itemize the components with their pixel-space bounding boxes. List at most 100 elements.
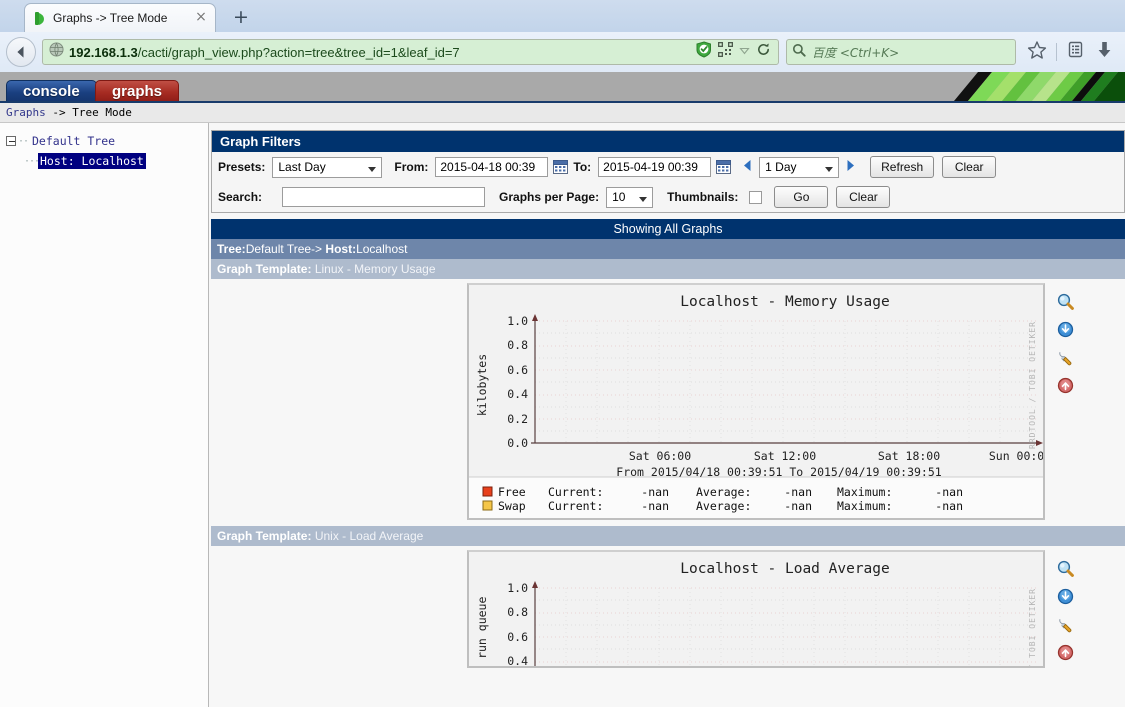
tree-node-default-tree[interactable]: ·· Default Tree — [6, 131, 208, 151]
tree-sidebar: ·· Default Tree ···· Host: Localhost — [0, 123, 209, 707]
svg-text:0.8: 0.8 — [507, 605, 528, 619]
presets-select[interactable]: Last Day — [272, 156, 383, 178]
bookmark-star-icon[interactable] — [1027, 40, 1047, 65]
search-placeholder-text: 百度 <Ctrl+K> — [812, 45, 900, 60]
refresh-button[interactable]: Refresh — [870, 156, 935, 178]
svg-text:0.2: 0.2 — [507, 412, 528, 426]
svg-text:in the run queue: in the run queue — [475, 597, 489, 668]
graphs-per-page-select[interactable]: 10 — [606, 186, 654, 208]
svg-text:Sat 12:00: Sat 12:00 — [754, 449, 816, 463]
content-area: Graph Filters Presets: Last Day From: 20… — [209, 123, 1125, 707]
from-label: From: — [394, 160, 429, 174]
graph-image-memory-usage[interactable]: Localhost - Memory Usage 1.0 0.8 0.6 0.4… — [467, 283, 1045, 520]
calendar-icon[interactable] — [553, 160, 569, 174]
tab-strip: Graphs -> Tree Mode × + — [0, 0, 1125, 32]
browser-nav-bar: 192.168.1.3/cacti/graph_view.php?action=… — [0, 32, 1125, 72]
search-label: Search: — [218, 190, 263, 204]
properties-icon[interactable] — [1057, 616, 1074, 638]
search-icon — [792, 43, 806, 62]
chevron-down-icon[interactable] — [739, 43, 750, 61]
svg-text:Average:: Average: — [696, 485, 751, 499]
thumbnails-checkbox[interactable] — [749, 190, 763, 204]
tree-node-host-localhost-label: Host: Localhost — [38, 153, 146, 169]
page-top-icon[interactable] — [1057, 644, 1074, 666]
clear-search-button[interactable]: Clear — [836, 186, 891, 208]
presets-label: Presets: — [218, 160, 266, 174]
zoom-icon[interactable] — [1057, 293, 1074, 315]
cacti-tab-console[interactable]: console — [6, 80, 97, 101]
download-icon[interactable] — [1057, 321, 1074, 343]
svg-text:0.4: 0.4 — [507, 654, 528, 668]
to-date-input[interactable]: 2015-04-19 00:39 — [598, 157, 712, 177]
svg-text:kilobytes: kilobytes — [475, 354, 489, 416]
go-button[interactable]: Go — [774, 186, 829, 208]
svg-text:-nan: -nan — [641, 485, 669, 499]
breadcrumb-separator: -> — [45, 106, 73, 119]
svg-text:Swap: Swap — [498, 499, 526, 513]
svg-text:Maximum:: Maximum: — [837, 499, 892, 513]
from-date-input[interactable]: 2015-04-18 00:39 — [435, 157, 549, 177]
zoom-icon[interactable] — [1057, 560, 1074, 582]
host-name-label: Localhost — [356, 242, 408, 256]
presets-selected-value: Last Day — [278, 160, 326, 174]
search-input[interactable] — [282, 187, 486, 207]
tree-connector: ·· — [18, 135, 29, 147]
downloads-icon[interactable] — [1095, 40, 1114, 64]
cacti-tab-graphs[interactable]: graphs — [95, 80, 180, 101]
browser-tab-title: Graphs -> Tree Mode — [53, 11, 168, 25]
svg-text:Sat 06:00: Sat 06:00 — [629, 449, 691, 463]
url-host: 192.168.1.3 — [69, 44, 138, 60]
address-bar[interactable]: 192.168.1.3/cacti/graph_view.php?action=… — [42, 39, 779, 65]
svg-text:Sun 00:00: Sun 00:00 — [989, 449, 1043, 463]
graph-image-load-average[interactable]: Localhost - Load Average 1.0 0.8 0.6 0.4… — [467, 550, 1045, 668]
svg-text:-nan: -nan — [641, 499, 669, 513]
chevron-down-icon — [825, 166, 834, 172]
svg-text:Current:: Current: — [548, 499, 603, 513]
browser-search-box[interactable]: 百度 <Ctrl+K> — [786, 39, 1016, 65]
svg-text:From 2015/04/18 00:39:51 To 20: From 2015/04/18 00:39:51 To 2015/04/19 0… — [616, 465, 941, 479]
svg-text:Free: Free — [498, 485, 526, 499]
browser-tab-graphs-tree-mode[interactable]: Graphs -> Tree Mode × — [24, 3, 216, 32]
shift-time-right-button[interactable] — [844, 159, 857, 175]
new-tab-button[interactable]: + — [228, 7, 254, 29]
page-top-icon[interactable] — [1057, 377, 1074, 399]
host-prefix-label: Host: — [325, 242, 357, 256]
graph-template-bar-load-average: Graph Template: Unix - Load Average — [211, 526, 1125, 546]
shift-time-left-button[interactable] — [741, 159, 754, 175]
svg-text:Localhost - Load Average: Localhost - Load Average — [680, 561, 890, 577]
breadcrumb-link-graphs[interactable]: Graphs — [6, 106, 46, 119]
graph-filters-row-2: Search: Graphs per Page: 10 Thumbnails: … — [212, 182, 1124, 212]
calendar-icon[interactable] — [716, 160, 732, 174]
tree-name-label: Default Tree-> — [245, 242, 326, 256]
shield-icon[interactable] — [696, 41, 712, 63]
cacti-logo-banner — [940, 72, 1125, 101]
clear-button[interactable]: Clear — [942, 156, 997, 178]
collapse-icon[interactable] — [6, 136, 16, 146]
graph-filters-panel: Graph Filters Presets: Last Day From: 20… — [211, 130, 1125, 213]
graph-actions-load-average — [1045, 550, 1074, 672]
globe-icon — [49, 42, 64, 62]
graphs-per-page-label: Graphs per Page: — [499, 190, 600, 204]
svg-text:Average:: Average: — [696, 499, 751, 513]
tree-connector: ···· — [24, 155, 45, 167]
back-button[interactable] — [6, 37, 36, 67]
timespan-select[interactable]: 1 Day — [759, 156, 840, 178]
cacti-favicon — [33, 11, 47, 26]
graph-template-prefix: Graph Template: — [217, 262, 312, 276]
graph-filters-row-1: Presets: Last Day From: 2015-04-18 00:39 — [212, 152, 1124, 182]
download-icon[interactable] — [1057, 588, 1074, 610]
svg-text:-nan: -nan — [784, 499, 812, 513]
graph-actions-memory-usage — [1045, 283, 1074, 405]
tree-node-host-localhost[interactable]: ···· Host: Localhost — [6, 151, 208, 171]
qr-code-icon[interactable] — [718, 42, 733, 62]
close-icon[interactable]: × — [193, 10, 209, 26]
reload-icon[interactable] — [756, 42, 771, 62]
browser-chrome: Graphs -> Tree Mode × + 192.168.1.3/cact… — [0, 0, 1125, 72]
svg-text:-nan: -nan — [935, 485, 963, 499]
properties-icon[interactable] — [1057, 349, 1074, 371]
svg-text:0.4: 0.4 — [507, 387, 528, 401]
reading-list-icon[interactable] — [1066, 40, 1085, 64]
thumbnails-label: Thumbnails: — [667, 190, 739, 204]
chevron-down-icon — [639, 196, 648, 202]
chevron-down-icon — [368, 166, 377, 172]
